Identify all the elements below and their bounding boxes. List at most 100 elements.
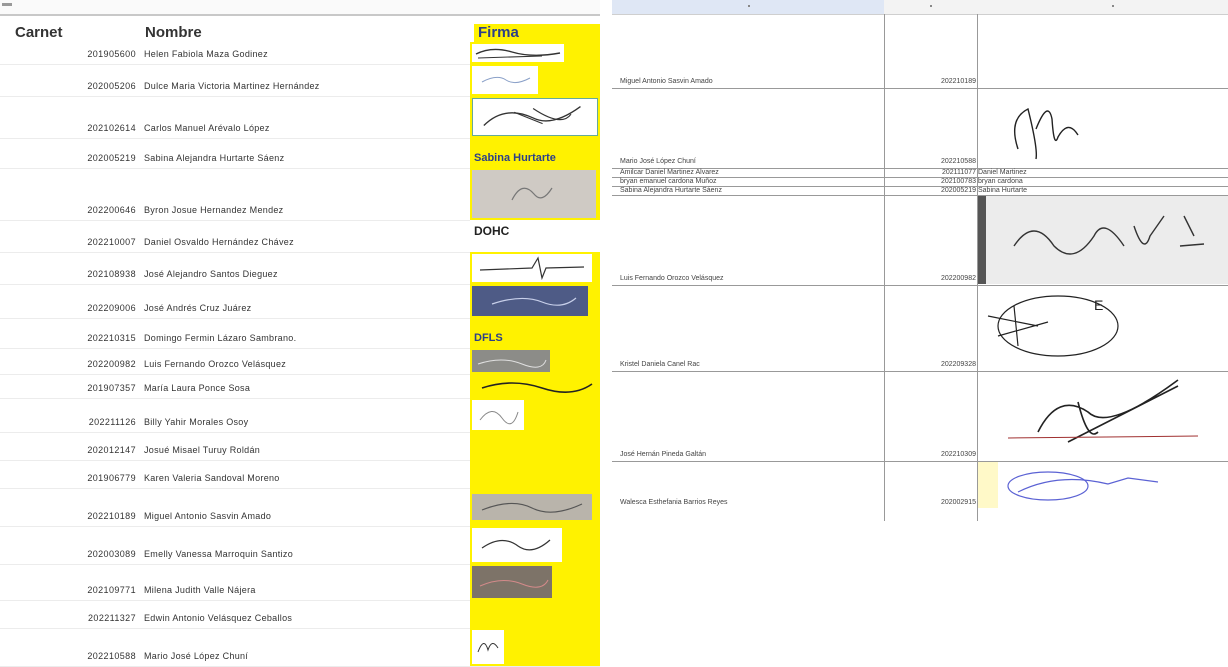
carnet-cell[interactable]: 202200982 xyxy=(87,359,136,369)
table-row[interactable]: 202102614 Carlos Manuel Arévalo López xyxy=(0,96,600,139)
nombre-cell[interactable]: Carlos Manuel Arévalo López xyxy=(144,123,270,133)
nombre-cell[interactable]: Luis Fernando Orozco Velásquez xyxy=(144,359,286,369)
carnet-cell[interactable]: 202210309 xyxy=(852,451,976,458)
firma-cell[interactable] xyxy=(470,398,600,432)
firma-cell[interactable] xyxy=(470,526,600,564)
table-row[interactable]: 202211327 Edwin Antonio Velásquez Ceball… xyxy=(0,600,600,629)
firma-cell[interactable] xyxy=(470,600,600,628)
carnet-cell[interactable]: 201906779 xyxy=(87,473,136,483)
table-row[interactable]: 202210189 Miguel Antonio Sasvin Amado xyxy=(0,488,600,527)
table-row[interactable]: Walesca Esthefania Barrios Reyes 2020029… xyxy=(612,461,1228,509)
firma-cell[interactable] xyxy=(470,432,600,460)
carnet-cell[interactable]: 202108938 xyxy=(87,269,136,279)
nombre-cell[interactable]: Daniel Osvaldo Hernández Chávez xyxy=(144,237,294,247)
nombre-cell[interactable]: María Laura Ponce Sosa xyxy=(144,383,250,393)
carnet-cell[interactable]: 202210189 xyxy=(87,511,136,521)
nombre-cell[interactable]: José Alejandro Santos Dieguez xyxy=(144,269,278,279)
table-row[interactable]: Miguel Antonio Sasvin Amado 202210189 xyxy=(612,14,1228,89)
nombre-cell[interactable]: Luis Fernando Orozco Velásquez xyxy=(620,275,724,282)
nombre-cell[interactable]: Edwin Antonio Velásquez Ceballos xyxy=(144,613,292,623)
table-row[interactable]: 202108938 José Alejandro Santos Dieguez xyxy=(0,252,600,285)
table-row[interactable]: Kristel Daniela Canel Rac 202209328 E xyxy=(612,285,1228,372)
nombre-cell[interactable]: Emelly Vanessa Marroquin Santizo xyxy=(144,549,293,559)
nombre-cell[interactable]: Mario José López Chuní xyxy=(620,158,696,165)
carnet-cell[interactable]: 202012147 xyxy=(87,445,136,455)
carnet-cell[interactable]: 201905600 xyxy=(87,49,136,59)
carnet-cell[interactable]: 202200982 xyxy=(852,275,976,282)
carnet-cell[interactable]: 202211327 xyxy=(88,613,136,623)
firma-text[interactable]: Sabina Hurtarte xyxy=(978,187,1027,194)
carnet-cell[interactable]: 202210189 xyxy=(852,78,976,85)
carnet-cell[interactable]: 202102614 xyxy=(87,123,136,133)
table-row[interactable]: Mario José López Chuní 202210588 xyxy=(612,88,1228,169)
firma-cell[interactable] xyxy=(470,168,600,220)
header-nombre[interactable]: Nombre xyxy=(145,24,202,42)
table-row[interactable]: 202109771 Milena Judith Valle Nájera xyxy=(0,564,600,601)
header-carnet[interactable]: Carnet xyxy=(15,24,63,42)
table-row[interactable]: 202211126 Billy Yahir Morales Osoy xyxy=(0,398,600,433)
nombre-cell[interactable]: Karen Valeria Sandoval Moreno xyxy=(144,473,280,483)
table-row[interactable]: 202210007 Daniel Osvaldo Hernández Cháve… xyxy=(0,220,600,253)
carnet-cell[interactable]: 202210315 xyxy=(87,333,136,343)
table-row[interactable]: 202210315 Domingo Fermin Lázaro Sambrano… xyxy=(0,318,600,349)
carnet-cell[interactable]: 201907357 xyxy=(87,383,136,393)
table-row[interactable]: 201905600 Helen Fabiola Maza Godinez xyxy=(0,42,600,65)
table-row[interactable]: 202209006 José Andrés Cruz Juárez xyxy=(0,284,600,319)
carnet-cell[interactable]: 202211126 xyxy=(89,417,136,427)
carnet-cell[interactable]: 202209006 xyxy=(87,303,136,313)
table-row[interactable]: 202005219 Sabina Alejandra Hurtarte Sáen… xyxy=(0,138,600,169)
firma-cell[interactable]: DFLS xyxy=(470,318,600,348)
table-row[interactable]: 202200646 Byron Josue Hernandez Mendez xyxy=(0,168,600,221)
carnet-cell[interactable]: 202209328 xyxy=(852,361,976,368)
table-row[interactable]: 202012147 Josué Misael Turuy Roldán xyxy=(0,432,600,461)
nombre-cell[interactable]: Dulce Maria Victoria Martinez Hernández xyxy=(144,81,320,91)
firma-cell[interactable] xyxy=(470,460,600,488)
carnet-cell[interactable]: 202210007 xyxy=(87,237,136,247)
firma-cell[interactable] xyxy=(470,564,600,600)
carnet-cell[interactable]: 202200646 xyxy=(87,205,136,215)
table-row[interactable]: José Hernán Pineda Galtán 202210309 xyxy=(612,371,1228,462)
firma-cell[interactable] xyxy=(470,252,600,284)
nombre-cell[interactable]: José Hernán Pineda Galtán xyxy=(620,451,706,458)
carnet-cell[interactable]: 202100783 xyxy=(852,178,976,185)
carnet-cell[interactable]: 202005219 xyxy=(852,187,976,194)
selected-column-header[interactable] xyxy=(612,0,884,14)
carnet-cell[interactable]: 202109771 xyxy=(87,585,136,595)
nombre-cell[interactable]: Walesca Esthefania Barrios Reyes xyxy=(620,499,728,506)
firma-cell[interactable] xyxy=(470,64,600,96)
nombre-cell[interactable]: Miguel Antonio Sasvin Amado xyxy=(144,511,271,521)
firma-cell[interactable] xyxy=(470,96,600,138)
carnet-cell[interactable]: 202111077 xyxy=(852,169,976,176)
carnet-cell[interactable]: 202210588 xyxy=(852,158,976,165)
nombre-cell[interactable]: Miguel Antonio Sasvin Amado xyxy=(620,78,713,85)
carnet-cell[interactable]: 202210588 xyxy=(87,651,136,661)
nombre-cell[interactable]: Domingo Fermin Lázaro Sambrano. xyxy=(144,333,296,343)
table-row[interactable]: 202003089 Emelly Vanessa Marroquin Santi… xyxy=(0,526,600,565)
table-row[interactable]: 202210588 Mario José López Chuní xyxy=(0,628,600,667)
firma-cell[interactable] xyxy=(470,374,600,398)
firma-cell[interactable]: DOHC xyxy=(470,220,600,252)
firma-cell[interactable] xyxy=(470,628,600,666)
carnet-cell[interactable]: 202002915 xyxy=(852,499,976,506)
nombre-cell[interactable]: bryan emanuel cardona Muñoz xyxy=(620,178,717,185)
nombre-cell[interactable]: José Andrés Cruz Juárez xyxy=(144,303,251,313)
table-row[interactable]: Luis Fernando Orozco Velásquez 202200982 xyxy=(612,195,1228,286)
nombre-cell[interactable]: Billy Yahir Morales Osoy xyxy=(144,417,248,427)
nombre-cell[interactable]: Mario José López Chuní xyxy=(144,651,248,661)
firma-text[interactable]: Daniel Martinez xyxy=(978,169,1027,176)
table-row[interactable]: 201906779 Karen Valeria Sandoval Moreno xyxy=(0,460,600,489)
firma-cell[interactable] xyxy=(470,348,600,374)
carnet-cell[interactable]: 202005206 xyxy=(87,81,136,91)
carnet-cell[interactable]: 202003089 xyxy=(87,549,136,559)
firma-text[interactable]: bryan cardona xyxy=(978,178,1023,185)
table-row[interactable]: 201907357 María Laura Ponce Sosa xyxy=(0,374,600,399)
nombre-cell[interactable]: Sabina Alejandra Hurtarte Sáenz xyxy=(144,153,284,163)
table-row[interactable]: 202005206 Dulce Maria Victoria Martinez … xyxy=(0,64,600,97)
carnet-cell[interactable]: 202005219 xyxy=(87,153,136,163)
nombre-cell[interactable]: Josué Misael Turuy Roldán xyxy=(144,445,260,455)
table-row[interactable]: 202200982 Luis Fernando Orozco Velásquez xyxy=(0,348,600,375)
firma-cell[interactable] xyxy=(470,42,600,64)
nombre-cell[interactable]: Milena Judith Valle Nájera xyxy=(144,585,256,595)
firma-cell[interactable]: Sabina Hurtarte xyxy=(470,138,600,168)
nombre-cell[interactable]: Sabina Alejandra Hurtarte Sáenz xyxy=(620,187,722,194)
